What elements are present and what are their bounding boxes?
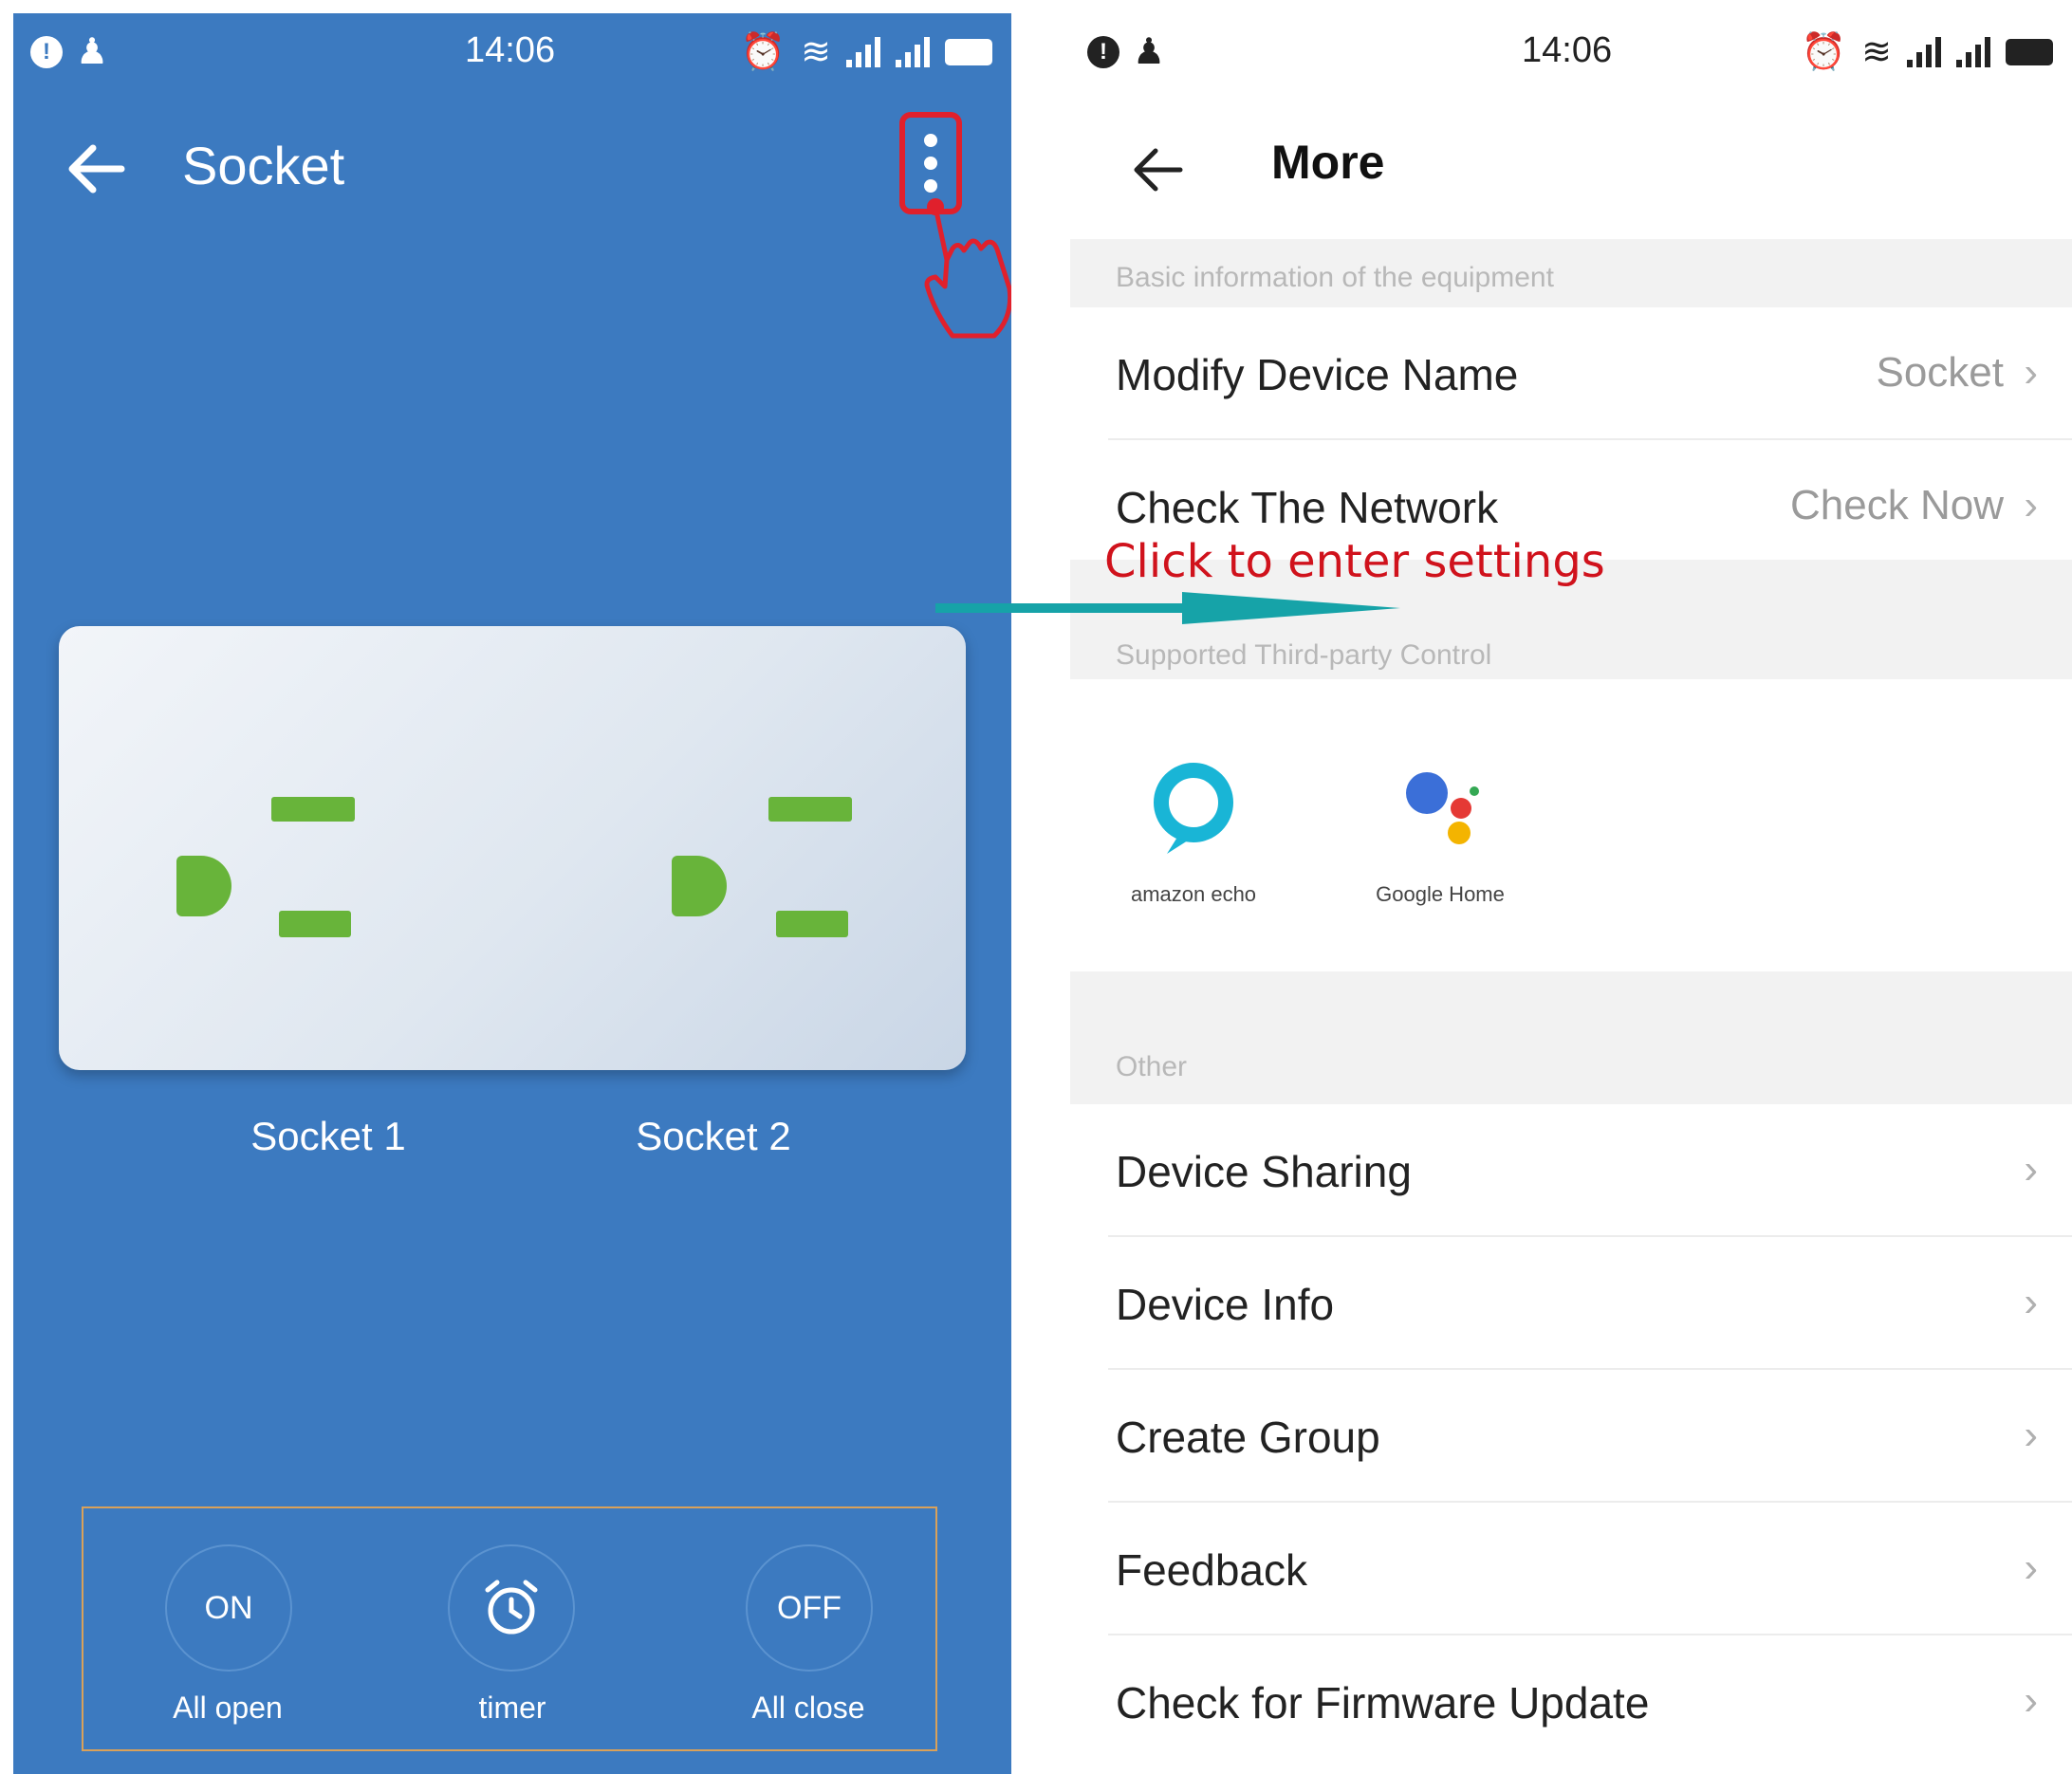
ground-prong — [176, 856, 231, 916]
section-other: Other — [1070, 971, 2072, 1104]
page-title: More — [1271, 136, 1385, 189]
amazon-echo-label: amazon echo — [1130, 882, 1257, 906]
signal-icon-2 — [896, 36, 930, 67]
dot-icon — [924, 179, 937, 193]
chevron-right-icon: › — [2024, 1412, 2038, 1458]
all-open-label: All open — [173, 1691, 283, 1725]
alexa-ring-icon — [1154, 763, 1233, 854]
socket-panel — [59, 626, 966, 1070]
pointing-hand-icon — [924, 198, 1011, 339]
battery-icon — [2006, 38, 2053, 65]
modify-device-name-row[interactable]: Modify Device Name Socket › — [1070, 307, 2072, 440]
user-icon: ♟ — [1133, 32, 1166, 72]
device-sharing-row[interactable]: Device Sharing › — [1070, 1104, 2072, 1237]
page-title: Socket — [182, 136, 345, 195]
status-time: 14:06 — [1522, 30, 1613, 70]
row-label: Create Group — [1116, 1413, 1380, 1462]
dot-icon — [924, 157, 937, 170]
row-label: Check for Firmware Update — [1116, 1678, 1650, 1728]
slot-top — [768, 797, 852, 822]
socket-screen: ! ♟ 14:06 ⏰ ≋ Socket Socket 1 Socket 2 O… — [13, 13, 1011, 1774]
signal-icon — [1907, 36, 1941, 67]
socket-2-label: Socket 2 — [636, 1114, 791, 1158]
chevron-right-icon: › — [2024, 349, 2038, 396]
notification-icon: ! — [1087, 35, 1119, 68]
row-value: Socket — [1876, 349, 2004, 396]
control-bar: ON All open timer OFF All close — [82, 1506, 937, 1751]
notification-icon: ! — [30, 35, 63, 68]
back-arrow-icon[interactable] — [1131, 146, 1184, 194]
all-open-button[interactable]: ON — [165, 1544, 292, 1672]
chevron-right-icon: › — [2024, 482, 2038, 528]
device-info-row[interactable]: Device Info › — [1070, 1237, 2072, 1370]
more-settings-screen: ! ♟ 14:06 ⏰ ≋ More Basic information of t… — [1070, 13, 2072, 1774]
row-label: Device Sharing — [1116, 1147, 1412, 1196]
back-arrow-icon[interactable] — [65, 142, 125, 195]
google-assistant-icon — [1406, 772, 1479, 844]
dot-icon — [924, 134, 937, 147]
timer-label: timer — [478, 1691, 546, 1725]
row-label: Modify Device Name — [1116, 350, 1519, 399]
alarm-icon: ⏰ — [740, 31, 786, 72]
chevron-right-icon: › — [2024, 1279, 2038, 1325]
chevron-right-icon: › — [2024, 1677, 2038, 1724]
section-label: Basic information of the equipment — [1116, 262, 1554, 293]
timer-button[interactable] — [448, 1544, 575, 1672]
signal-icon-2 — [1956, 36, 1990, 67]
google-home-tile[interactable]: Google Home — [1317, 698, 1563, 973]
firmware-update-row[interactable]: Check for Firmware Update › — [1070, 1635, 2072, 1768]
ground-prong — [672, 856, 727, 916]
section-basic-info: Basic information of the equipment — [1070, 239, 2072, 307]
google-home-label: Google Home — [1376, 882, 1505, 906]
section-label: Supported Third-party Control — [1116, 639, 1492, 671]
create-group-row[interactable]: Create Group › — [1070, 1370, 2072, 1503]
row-label: Check The Network — [1116, 483, 1499, 532]
all-close-label: All close — [751, 1691, 865, 1725]
row-value: Check Now — [1790, 482, 2004, 528]
row-label: Device Info — [1116, 1280, 1335, 1329]
socket-1-label: Socket 1 — [250, 1114, 406, 1158]
annotation-text: Click to enter settings — [1104, 535, 1605, 588]
alarm-icon: ⏰ — [1801, 31, 1847, 72]
all-close-button[interactable]: OFF — [746, 1544, 873, 1672]
wifi-icon: ≋ — [801, 32, 831, 72]
chevron-right-icon: › — [2024, 1544, 2038, 1591]
wifi-icon: ≋ — [1861, 32, 1892, 72]
slot-top — [271, 797, 355, 822]
signal-icon — [846, 36, 880, 67]
user-icon: ♟ — [76, 32, 109, 72]
slot-bottom — [279, 911, 351, 937]
battery-icon — [945, 38, 992, 65]
row-label: Feedback — [1116, 1545, 1308, 1595]
chevron-right-icon: › — [2024, 1146, 2038, 1192]
feedback-row[interactable]: Feedback › — [1070, 1503, 2072, 1635]
slot-bottom — [776, 911, 848, 937]
status-bar: ! ♟ 14:06 ⏰ ≋ — [1070, 13, 2072, 89]
amazon-echo-tile[interactable]: amazon echo — [1070, 698, 1317, 973]
alarm-clock-icon — [485, 1580, 538, 1635]
section-label: Other — [1116, 1051, 1188, 1082]
status-bar: ! ♟ 14:06 ⏰ ≋ — [13, 13, 1011, 89]
annotation-arrow-icon — [935, 592, 1400, 624]
status-time: 14:06 — [465, 30, 556, 70]
